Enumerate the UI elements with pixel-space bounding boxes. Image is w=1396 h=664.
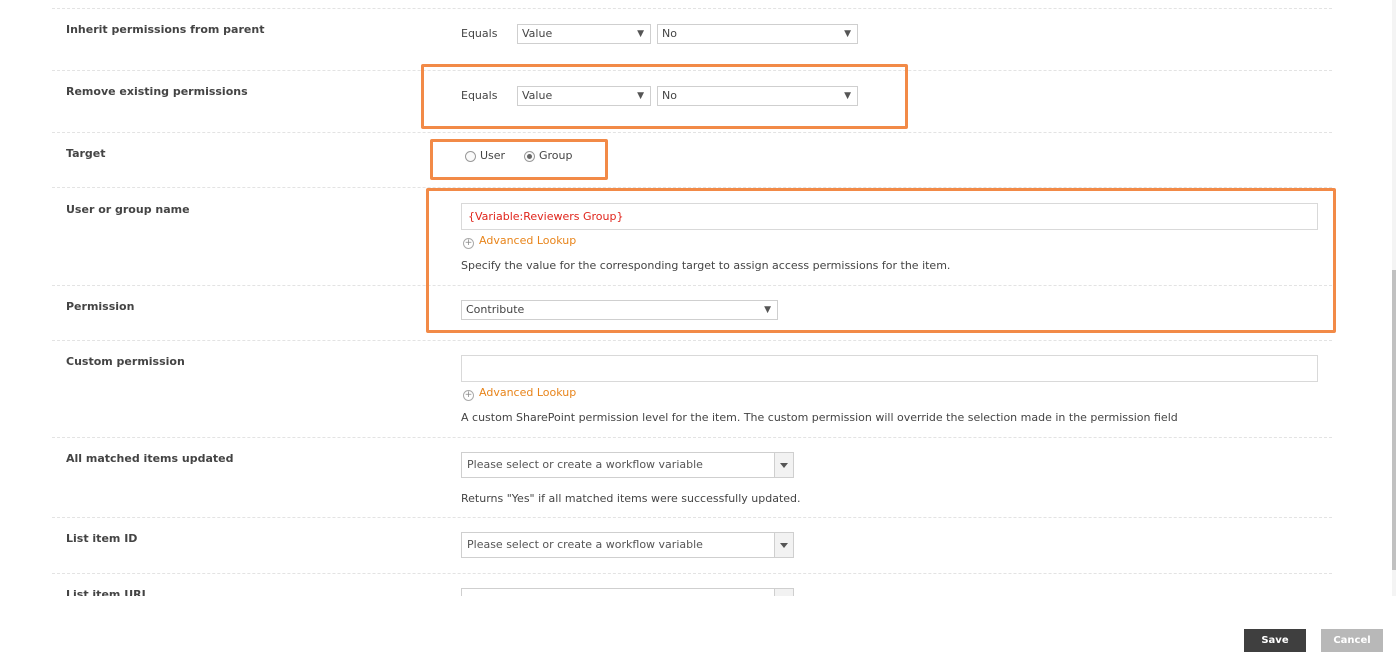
row-divider bbox=[52, 437, 1332, 438]
user-permission-highlight bbox=[426, 188, 1336, 333]
chevron-down-icon: ▼ bbox=[637, 29, 644, 39]
inherit-permissions-label: Inherit permissions from parent bbox=[66, 23, 265, 36]
list-item-id-placeholder: Please select or create a workflow varia… bbox=[467, 538, 703, 551]
inherit-type-select[interactable]: Value ▼ bbox=[517, 24, 651, 44]
permission-label: Permission bbox=[66, 300, 135, 313]
target-label: Target bbox=[66, 147, 106, 160]
cancel-button[interactable]: Cancel bbox=[1321, 629, 1383, 652]
row-divider bbox=[52, 8, 1332, 9]
all-matched-help-text: Returns "Yes" if all matched items were … bbox=[461, 492, 801, 505]
chevron-down-icon[interactable] bbox=[774, 589, 793, 596]
list-item-id-variable-combo[interactable]: Please select or create a workflow varia… bbox=[461, 532, 794, 558]
inherit-operator-text: Equals bbox=[461, 27, 498, 40]
row-divider bbox=[52, 517, 1332, 518]
custom-permission-help-text: A custom SharePoint permission level for… bbox=[461, 411, 1178, 424]
inherit-value: No bbox=[662, 27, 677, 40]
user-group-name-label: User or group name bbox=[66, 203, 190, 216]
row-divider bbox=[52, 573, 1332, 574]
chevron-down-icon[interactable] bbox=[774, 453, 793, 477]
form-scroll-area[interactable]: Inherit permissions from parent Equals V… bbox=[0, 0, 1396, 596]
all-matched-variable-combo[interactable]: Please select or create a workflow varia… bbox=[461, 452, 794, 478]
inherit-value-select[interactable]: No ▼ bbox=[657, 24, 858, 44]
custom-permission-input[interactable] bbox=[461, 355, 1318, 382]
remove-permissions-highlight bbox=[421, 64, 908, 129]
row-divider bbox=[52, 340, 1332, 341]
advanced-lookup-text: Advanced Lookup bbox=[479, 386, 577, 399]
all-matched-label: All matched items updated bbox=[66, 452, 234, 465]
chevron-down-icon[interactable] bbox=[774, 533, 793, 557]
remove-permissions-label: Remove existing permissions bbox=[66, 85, 248, 98]
chevron-down-icon: ▼ bbox=[844, 29, 851, 39]
row-divider bbox=[52, 132, 1332, 133]
custom-permission-advanced-lookup-link[interactable]: + Advanced Lookup bbox=[463, 386, 576, 401]
all-matched-placeholder: Please select or create a workflow varia… bbox=[467, 458, 703, 471]
list-item-id-label: List item ID bbox=[66, 532, 138, 545]
target-highlight bbox=[430, 139, 608, 180]
custom-permission-label: Custom permission bbox=[66, 355, 185, 368]
plus-circle-icon: + bbox=[463, 390, 474, 401]
save-button[interactable]: Save bbox=[1244, 629, 1306, 652]
inherit-type-value: Value bbox=[522, 27, 553, 40]
list-item-url-variable-combo[interactable] bbox=[461, 588, 794, 596]
list-item-url-label: List item URL bbox=[66, 588, 149, 596]
scrollbar-thumb[interactable] bbox=[1392, 270, 1396, 570]
